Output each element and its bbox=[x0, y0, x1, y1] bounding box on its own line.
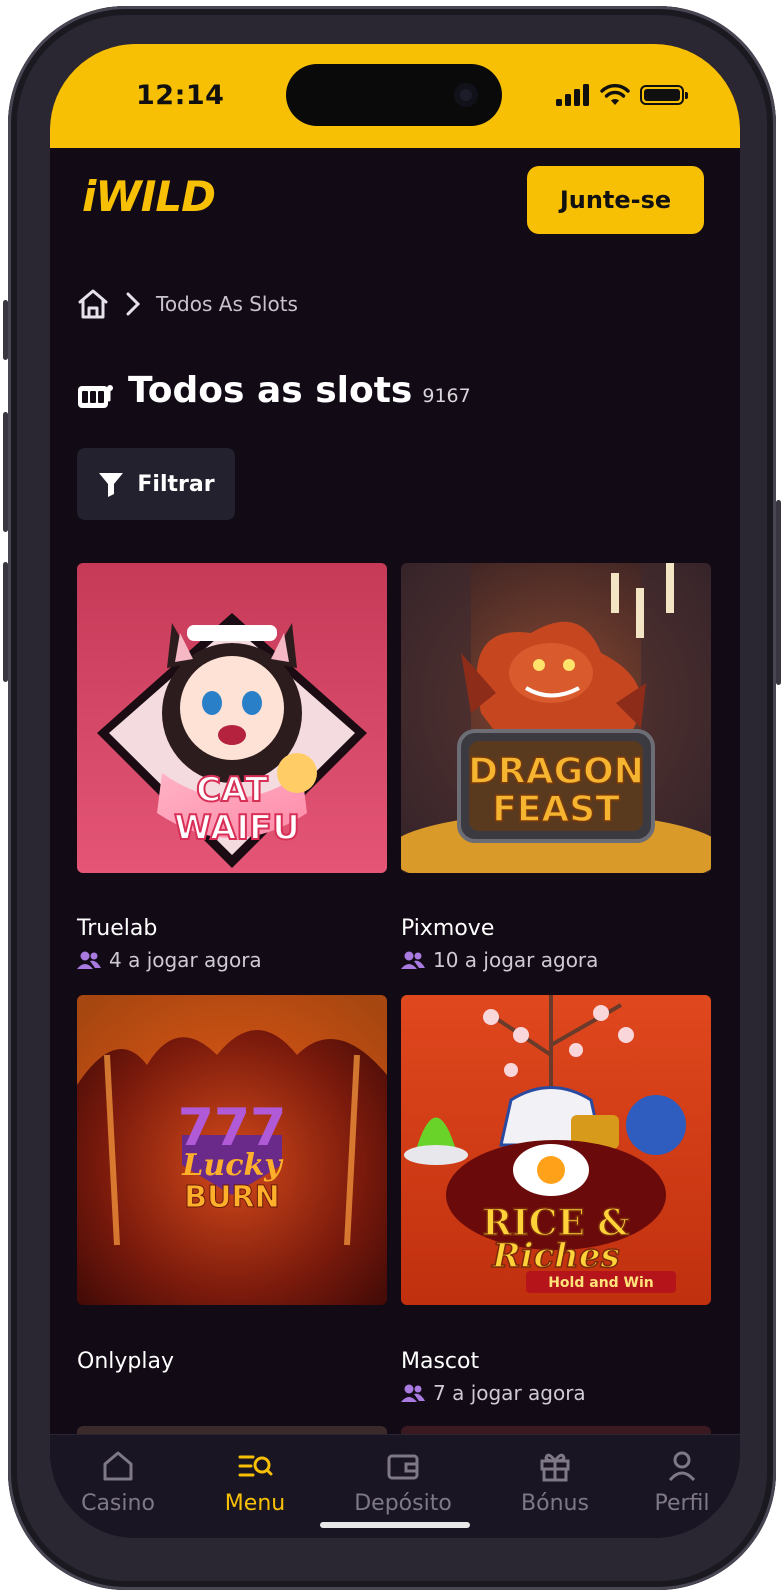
svg-text:WAIFU: WAIFU bbox=[174, 808, 300, 848]
game-provider: Truelab bbox=[77, 916, 158, 941]
nav-label: Depósito bbox=[354, 1491, 452, 1516]
camera-icon bbox=[454, 83, 478, 107]
svg-text:FEAST: FEAST bbox=[492, 789, 620, 830]
filter-button[interactable]: Filtrar bbox=[77, 448, 235, 520]
filter-label: Filtrar bbox=[137, 471, 215, 497]
svg-text:CAT: CAT bbox=[196, 770, 269, 810]
nav-label: Perfil bbox=[654, 1491, 710, 1516]
home-indicator bbox=[320, 1522, 470, 1528]
svg-text:Riches: Riches bbox=[491, 1236, 619, 1276]
players-count: 10 a jogar agora bbox=[401, 948, 598, 972]
nav-menu[interactable]: Menu bbox=[185, 1449, 325, 1516]
breadcrumb-current: Todos As Slots bbox=[156, 292, 298, 316]
players-count: 7 a jogar agora bbox=[401, 1381, 586, 1405]
game-tile[interactable]: DRAGON FEAST bbox=[401, 563, 711, 873]
status-icons bbox=[556, 84, 688, 106]
status-time: 12:14 bbox=[136, 80, 225, 111]
nav-perfil[interactable]: Perfil bbox=[612, 1449, 740, 1516]
nav-label: Menu bbox=[224, 1491, 286, 1516]
game-provider: Mascot bbox=[401, 1349, 480, 1374]
game-provider: Onlyplay bbox=[77, 1349, 174, 1374]
svg-text:DRAGON: DRAGON bbox=[468, 751, 644, 792]
nav-casino[interactable]: Casino bbox=[50, 1449, 188, 1516]
page-title: Todos as slots bbox=[128, 370, 413, 411]
svg-text:Hold and Win: Hold and Win bbox=[548, 1275, 654, 1291]
game-tile[interactable]: RICE & Riches Hold and Win bbox=[401, 995, 711, 1305]
users-icon bbox=[77, 951, 101, 969]
game-artwork: CAT WAIFU bbox=[77, 563, 387, 873]
filter-icon bbox=[99, 473, 124, 497]
game-tile[interactable]: 777 Lucky BURN bbox=[77, 995, 387, 1305]
players-count: 4 a jogar agora bbox=[77, 948, 262, 972]
join-button[interactable]: Junte-se bbox=[527, 166, 704, 234]
battery-icon bbox=[640, 85, 688, 105]
brand-logo[interactable]: iWILD bbox=[82, 172, 216, 221]
nav-bonus[interactable]: Bónus bbox=[485, 1449, 625, 1516]
nav-label: Bónus bbox=[521, 1491, 589, 1516]
slot-machine-icon bbox=[78, 385, 113, 408]
breadcrumb: Todos As Slots bbox=[76, 288, 298, 320]
section-header: Todos as slots 9167 bbox=[128, 370, 471, 411]
game-count: 9167 bbox=[422, 385, 471, 407]
svg-text:BURN: BURN bbox=[184, 1180, 279, 1215]
nav-label: Casino bbox=[81, 1491, 155, 1516]
game-provider: Pixmove bbox=[401, 916, 495, 941]
svg-text:Lucky: Lucky bbox=[181, 1148, 284, 1183]
nav-deposito[interactable]: Depósito bbox=[333, 1449, 473, 1516]
dynamic-island bbox=[286, 64, 502, 126]
gift-icon bbox=[540, 1453, 570, 1482]
wifi-icon bbox=[600, 84, 630, 105]
power-button bbox=[776, 500, 781, 685]
game-artwork: 777 Lucky BURN bbox=[77, 995, 387, 1305]
chevron-right-icon bbox=[126, 292, 141, 316]
players-label: 10 a jogar agora bbox=[433, 948, 599, 972]
user-icon bbox=[668, 1451, 696, 1482]
game-artwork: DRAGON FEAST bbox=[401, 563, 711, 873]
players-label: 4 a jogar agora bbox=[109, 948, 262, 972]
players-label: 7 a jogar agora bbox=[433, 1381, 586, 1405]
game-tile[interactable]: CAT WAIFU bbox=[77, 563, 387, 873]
wallet-icon bbox=[387, 1454, 419, 1480]
users-icon bbox=[401, 1384, 425, 1402]
status-bar: 12:14 bbox=[50, 44, 740, 148]
phone-frame: 12:14 iWILD Junte-se Todos As Slots Todo… bbox=[8, 6, 776, 1590]
game-artwork: RICE & Riches Hold and Win bbox=[401, 995, 711, 1305]
home-icon bbox=[103, 1451, 133, 1481]
users-icon bbox=[401, 951, 425, 969]
menu-search-icon bbox=[238, 1455, 273, 1477]
screen: 12:14 iWILD Junte-se Todos As Slots Todo… bbox=[50, 44, 740, 1538]
cellular-signal-icon bbox=[556, 84, 589, 106]
home-icon[interactable] bbox=[76, 288, 110, 320]
